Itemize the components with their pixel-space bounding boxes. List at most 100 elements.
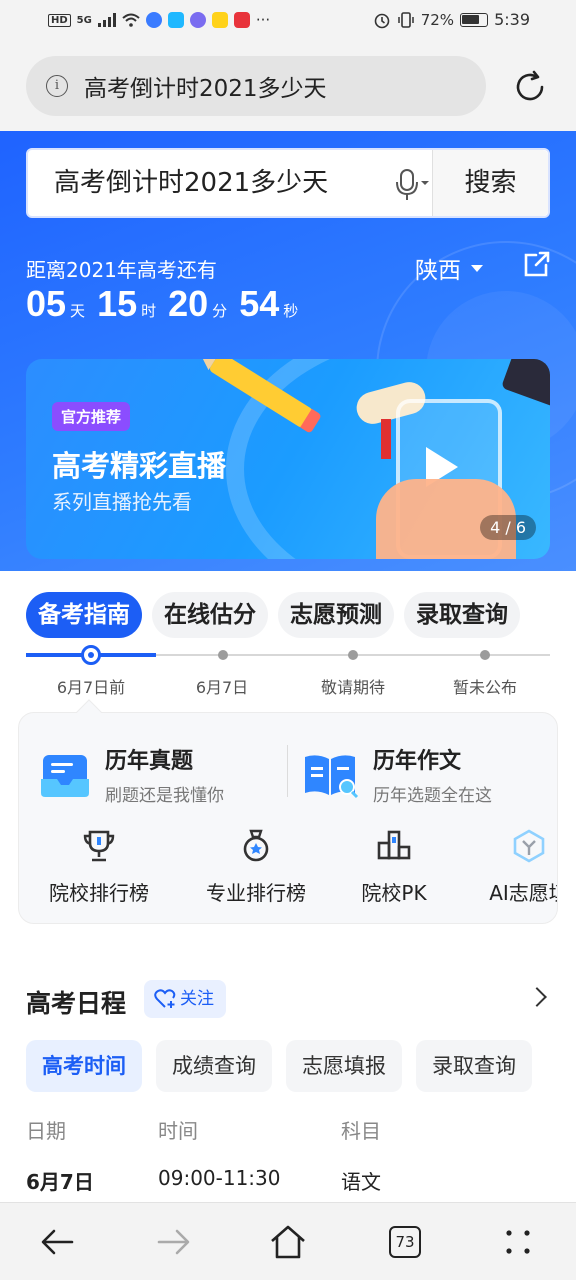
schedule-row-date: 6月7日 bbox=[26, 1170, 94, 1194]
schedule-row-time: 09:00-11:30 bbox=[158, 1166, 281, 1190]
vibrate-icon bbox=[397, 11, 414, 28]
browser-bottom-nav: 73 bbox=[0, 1202, 576, 1280]
past-exams-subtitle: 刷题还是我懂你 bbox=[105, 786, 224, 806]
follow-button[interactable]: 关注 bbox=[144, 980, 226, 1018]
exam-tray-icon bbox=[41, 754, 89, 797]
major-ranking-button[interactable]: 专业排行榜 bbox=[186, 829, 326, 906]
ai-volunteer-button[interactable]: AI志愿填 bbox=[459, 829, 557, 906]
college-pk-button[interactable]: 院校PK bbox=[324, 829, 464, 906]
college-ranking-button[interactable]: 院校排行榜 bbox=[29, 829, 169, 906]
forward-icon[interactable] bbox=[153, 1222, 193, 1262]
chevron-right-icon[interactable] bbox=[527, 987, 547, 1007]
timeline-date: 暂未公布 bbox=[452, 678, 517, 697]
tab-score-estimate[interactable]: 在线估分 bbox=[152, 592, 268, 638]
status-right: 72% 5:39 bbox=[373, 10, 530, 29]
college-ranking-label[interactable]: 院校排行榜 bbox=[29, 877, 169, 906]
address-bar[interactable]: i 高考倒计时2021多少天 bbox=[26, 56, 486, 116]
minutes-unit: 分 bbox=[212, 302, 228, 320]
podium-icon bbox=[377, 830, 411, 860]
search-box: 高考倒计时2021多少天 搜索 bbox=[26, 148, 550, 218]
home-icon[interactable] bbox=[268, 1222, 308, 1262]
countdown-timer: 05 天 15 时 20 分 54 秒 bbox=[26, 283, 310, 325]
countdown-label: 距离2021年高考还有 bbox=[26, 258, 217, 282]
voice-search-button[interactable] bbox=[392, 150, 432, 216]
region-name[interactable]: 陕西 bbox=[415, 251, 461, 285]
trophy-icon bbox=[83, 830, 115, 862]
countdown-minutes: 20 bbox=[168, 283, 209, 324]
info-icon[interactable]: i bbox=[46, 75, 68, 97]
status-bar: HD 5G ··· 72% 5:39 bbox=[0, 0, 576, 44]
essay-book-icon bbox=[305, 754, 359, 798]
past-essays-entry[interactable]: 历年作文 历年选题全在这 bbox=[303, 743, 492, 806]
timeline-dot-current bbox=[81, 645, 101, 665]
timeline-dot bbox=[480, 650, 490, 660]
tool-row: 院校排行榜 专业排行榜 院校PK AI志愿填 bbox=[19, 829, 557, 919]
microphone-icon[interactable] bbox=[392, 150, 432, 216]
seconds-unit: 秒 bbox=[283, 302, 299, 320]
region-selector[interactable]: 陕西 bbox=[415, 251, 483, 285]
days-unit: 天 bbox=[70, 302, 86, 320]
tab-volunteer-fill[interactable]: 志愿填报 bbox=[286, 1040, 402, 1092]
past-exams-text: 历年真题 刷题还是我懂你 bbox=[105, 743, 224, 806]
red-app-icon bbox=[233, 12, 250, 28]
search-input[interactable]: 高考倒计时2021多少天 bbox=[28, 150, 392, 216]
tab-count[interactable]: 73 bbox=[389, 1226, 421, 1258]
countdown-days: 05 bbox=[26, 283, 67, 324]
music-app-icon bbox=[189, 12, 206, 28]
clock: 5:39 bbox=[494, 10, 530, 29]
banner-title: 高考精彩直播 bbox=[52, 449, 227, 483]
ai-volunteer-label[interactable]: AI志愿填 bbox=[459, 877, 557, 906]
network-indicator: 5G bbox=[76, 14, 92, 26]
tab-volunteer-predict[interactable]: 志愿预测 bbox=[278, 592, 394, 638]
past-exams-entry[interactable]: 历年真题 刷题还是我懂你 bbox=[39, 743, 224, 806]
guide-card: 历年真题 刷题还是我懂你 历年作文 历年选题全在这 院校排行榜 专业排行榜 院校… bbox=[18, 712, 558, 924]
signal-icon bbox=[97, 13, 116, 27]
feature-divider bbox=[287, 745, 288, 797]
timeline-dot bbox=[348, 650, 358, 660]
countdown-hours: 15 bbox=[97, 283, 138, 324]
menu-dots-icon[interactable] bbox=[498, 1222, 538, 1262]
browser-toolbar: i 高考倒计时2021多少天 bbox=[0, 44, 576, 131]
banner-subtitle: 系列直播抢先看 bbox=[52, 490, 192, 514]
shopping-app-icon bbox=[211, 12, 228, 28]
banner-pager: 4 / 6 bbox=[480, 515, 536, 540]
guide-tabs: 备考指南 在线估分 志愿预测 录取查询 bbox=[26, 592, 566, 638]
ai-cube-icon bbox=[513, 829, 545, 863]
schedule-tabs: 高考时间 成绩查询 志愿填报 录取查询 bbox=[26, 1040, 532, 1092]
tab-exam-guide[interactable]: 备考指南 bbox=[26, 592, 142, 638]
search-button[interactable]: 搜索 bbox=[432, 150, 548, 216]
schedule-title: 高考日程 bbox=[26, 989, 127, 1018]
tab-exam-time[interactable]: 高考时间 bbox=[26, 1040, 142, 1092]
status-left: HD 5G ··· bbox=[48, 11, 270, 29]
app-notification-icon bbox=[145, 12, 162, 28]
major-ranking-label[interactable]: 专业排行榜 bbox=[186, 877, 326, 906]
past-essays-text: 历年作文 历年选题全在这 bbox=[373, 743, 492, 806]
reload-icon[interactable] bbox=[512, 69, 548, 105]
past-exams-title: 历年真题 bbox=[105, 749, 194, 774]
college-pk-label[interactable]: 院校PK bbox=[324, 877, 464, 906]
follow-label[interactable]: 关注 bbox=[180, 980, 214, 1018]
back-icon[interactable] bbox=[38, 1222, 78, 1262]
ribbon-illustration bbox=[381, 419, 391, 459]
column-header-subject: 科目 bbox=[341, 1119, 381, 1143]
countdown-seconds: 54 bbox=[239, 283, 280, 324]
address-text[interactable]: 高考倒计时2021多少天 bbox=[84, 69, 327, 103]
tab-score-query[interactable]: 成绩查询 bbox=[156, 1040, 272, 1092]
timeline-date: 敬请期待 bbox=[320, 678, 385, 697]
timeline bbox=[26, 645, 550, 665]
tabs-button[interactable]: 73 bbox=[385, 1222, 425, 1262]
battery-percent: 72% bbox=[420, 10, 455, 29]
live-banner[interactable]: 官方推荐 高考精彩直播 系列直播抢先看 4 / 6 bbox=[26, 359, 550, 559]
wifi-icon bbox=[122, 13, 140, 27]
bulb-app-icon bbox=[167, 12, 184, 28]
tab-admission-query[interactable]: 录取查询 bbox=[404, 592, 520, 638]
tab-admission[interactable]: 录取查询 bbox=[416, 1040, 532, 1092]
timeline-date: 6月7日 bbox=[195, 678, 249, 697]
share-icon[interactable] bbox=[522, 249, 552, 279]
past-essays-title: 历年作文 bbox=[373, 749, 462, 774]
timeline-date: 6月7日前 bbox=[56, 678, 126, 697]
past-essays-subtitle: 历年选题全在这 bbox=[373, 786, 492, 806]
column-header-date: 日期 bbox=[26, 1119, 66, 1143]
hd-badge: HD bbox=[48, 13, 71, 27]
chevron-down-icon[interactable] bbox=[471, 264, 483, 272]
